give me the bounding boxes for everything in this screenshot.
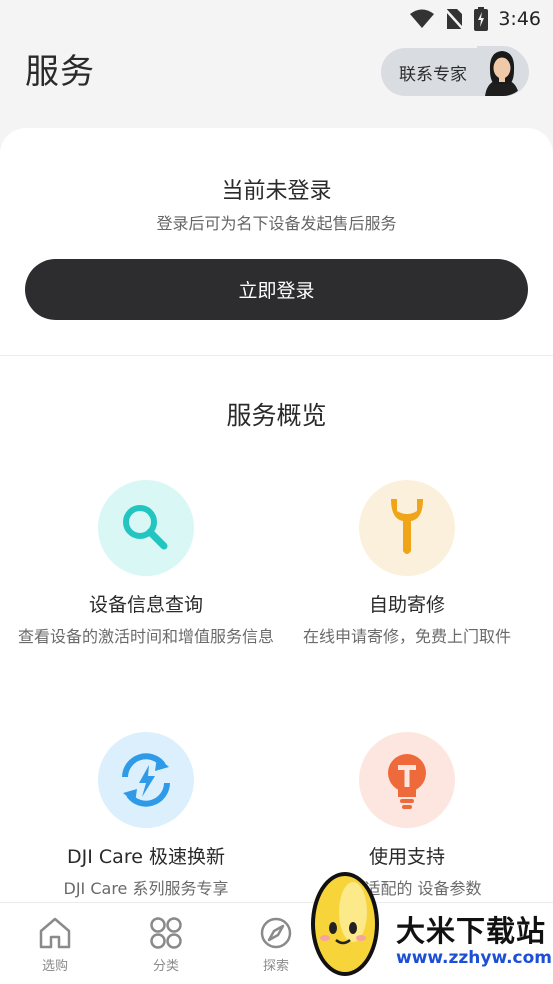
contact-expert-button[interactable]: 联系专家 [381,46,529,96]
section-title: 服务概览 [226,401,327,430]
service-self-repair[interactable]: 自助寄修 在线申请寄修，免费上门取件 [269,480,545,649]
service-title: 设备信息查询 [88,594,203,616]
service-title: 自助寄修 [368,594,445,616]
mascot-logo [311,872,379,976]
watermark: 大米下载站 www.zzhyw.com [300,858,553,984]
watermark-text: 大米下载站 [396,914,547,948]
magnifier-icon [98,480,194,576]
nav-item-shop[interactable]: 选购 [25,915,85,974]
status-bar: 3:46 [0,0,553,38]
service-desc: 查看设备的激活时间和增值服务信息 [17,627,274,646]
service-title: DJI Care 极速换新 [67,846,225,868]
divider [0,355,553,356]
home-icon [25,915,85,951]
nav-label: 选购 [41,959,68,974]
service-device-info[interactable]: 设备信息查询 查看设备的激活时间和增值服务信息 [8,480,284,649]
contact-expert-label: 联系专家 [399,64,467,85]
lightbulb-icon [359,732,455,828]
refresh-bolt-icon [98,732,194,828]
service-desc: 在线申请寄修，免费上门取件 [302,627,511,646]
service-dji-care[interactable]: DJI Care 极速换新 DJI Care 系列服务专享 [8,732,284,901]
avatar [477,46,527,96]
watermark-url: www.zzhyw.com [396,948,553,968]
nav-item-explore[interactable]: 探索 [246,915,306,974]
status-time: 3:46 [498,8,541,30]
nav-item-category[interactable]: 分类 [136,915,196,974]
no-sim-icon [444,8,465,30]
nav-label: 分类 [152,959,179,974]
main-card: 当前未登录 登录后可为名下设备发起售后服务 立即登录 服务概览 设备信息查询 查… [0,128,553,984]
wrench-icon [359,480,455,576]
compass-icon [246,915,306,951]
login-status-title: 当前未登录 [221,179,332,204]
page-title: 服务 [25,52,95,92]
nav-label: 探索 [262,959,289,974]
login-status-subtitle: 登录后可为名下设备发起售后服务 [156,214,397,233]
grid-icon [136,915,196,951]
battery-charging-icon [474,7,489,31]
service-desc: DJI Care 系列服务专享 [63,879,229,898]
login-button[interactable]: 立即登录 [25,259,528,320]
wifi-icon [410,9,435,29]
